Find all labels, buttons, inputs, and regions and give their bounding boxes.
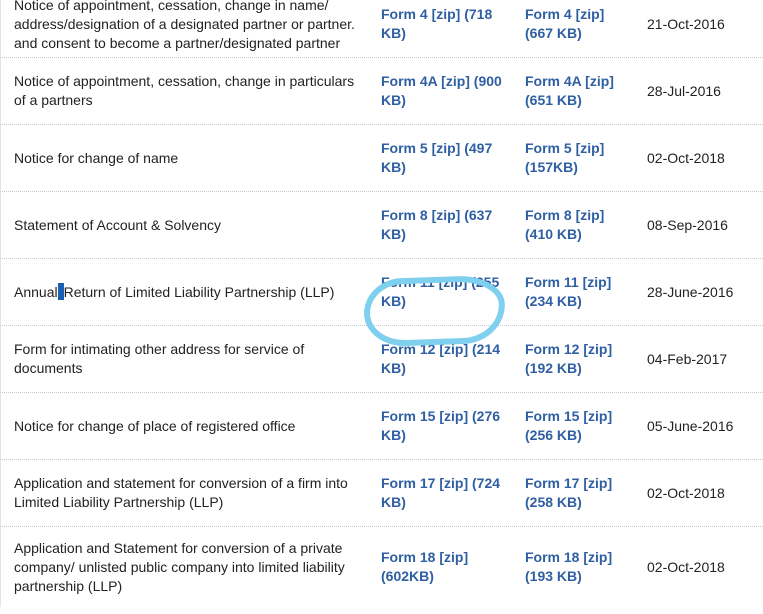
form-download-link-alt[interactable]: Form 11 [zip] (234 KB)	[525, 273, 625, 311]
table-row: Notice for change of name Form 5 [zip] (…	[0, 125, 763, 192]
table-row: Statement of Account & Solvency Form 8 […	[0, 192, 763, 259]
form-download-link-alt[interactable]: Form 4 [zip] (667 KB)	[525, 5, 625, 43]
form-description: Notice of appointment, cessation, change…	[14, 73, 355, 108]
form-download-link-alt[interactable]: Form 17 [zip] (258 KB)	[525, 474, 625, 512]
form-date: 02-Oct-2018	[647, 149, 725, 166]
form-download-link-alt[interactable]: Form 8 [zip] (410 KB)	[525, 206, 625, 244]
form-download-link[interactable]: Form 4A [zip] (900 KB)	[381, 72, 507, 110]
form-download-link[interactable]: Form 8 [zip] (637 KB)	[381, 206, 507, 244]
table-row: Notice of appointment, cessation, change…	[0, 58, 763, 125]
form-date: 02-Oct-2018	[647, 484, 725, 501]
form-download-link[interactable]: Form 17 [zip] (724 KB)	[381, 474, 507, 512]
form-download-link[interactable]: Form 12 [zip] (214 KB)	[381, 340, 507, 378]
form-description: Statement of Account & Solvency	[14, 216, 222, 233]
form-description: Notice for change of place of registered…	[14, 417, 296, 434]
table-row: Form for intimating other address for se…	[0, 326, 763, 393]
forms-table: Notice of appointment, cessation, change…	[0, 0, 763, 607]
form-date: 21-Oct-2016	[647, 15, 725, 32]
form-date: 28-June-2016	[647, 283, 734, 300]
form-description: Application and statement for conversion…	[14, 475, 348, 510]
form-download-link[interactable]: Form 11 [zip] (255 KB)	[381, 273, 507, 311]
form-date: 08-Sep-2016	[647, 216, 728, 233]
form-download-link-alt[interactable]: Form 5 [zip] (157KB)	[525, 139, 625, 177]
form-download-link[interactable]: Form 15 [zip] (276 KB)	[381, 407, 507, 445]
table-row: Application and Statement for conversion…	[0, 527, 763, 607]
form-description-part2: Return of Limited Liability Partnership …	[63, 283, 335, 300]
form-download-link[interactable]: Form 5 [zip] (497 KB)	[381, 139, 507, 177]
form-download-link-alt[interactable]: Form 15 [zip] (256 KB)	[525, 407, 625, 445]
table-row: Notice of appointment, cessation, change…	[0, 0, 763, 58]
form-download-link-alt[interactable]: Form 4A [zip] (651 KB)	[525, 72, 625, 110]
form-description: Annual Return of Limited Liability Partne…	[14, 259, 359, 325]
form-description: Notice of appointment, cessation, change…	[14, 0, 355, 51]
table-row: Application and statement for conversion…	[0, 460, 763, 527]
form-description: Form for intimating other address for se…	[14, 341, 305, 376]
form-download-link[interactable]: Form 4 [zip] (718 KB)	[381, 5, 507, 43]
form-date: 28-Jul-2016	[647, 82, 721, 99]
form-date: 05-June-2016	[647, 417, 734, 434]
form-date: 02-Oct-2018	[647, 558, 725, 575]
form-description: Notice for change of name	[14, 149, 179, 166]
form-download-link-alt[interactable]: Form 12 [zip] (192 KB)	[525, 340, 625, 378]
form-download-link[interactable]: Form 18 [zip] (602KB)	[381, 548, 507, 586]
table-row: Annual Return of Limited Liability Partne…	[0, 259, 763, 326]
form-description: Application and Statement for conversion…	[14, 539, 345, 594]
form-description-part1: Annual	[14, 283, 58, 300]
form-download-link-alt[interactable]: Form 18 [zip] (193 KB)	[525, 548, 625, 586]
form-date: 04-Feb-2017	[647, 350, 728, 367]
table-row: Notice for change of place of registered…	[0, 393, 763, 460]
